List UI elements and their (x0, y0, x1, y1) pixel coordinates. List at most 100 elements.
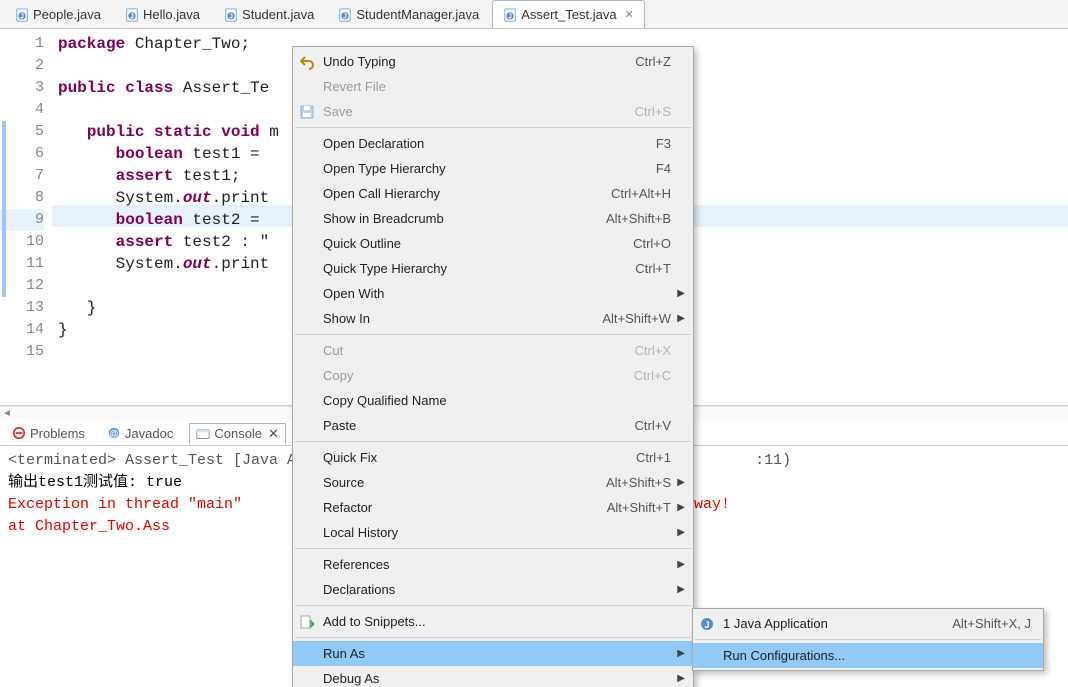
run-as-submenu[interactable]: J1 Java ApplicationAlt+Shift+X, J Run Con… (692, 608, 1044, 671)
menu-item[interactable]: RefactorAlt+Shift+T▶ (293, 495, 693, 520)
menu-item: CutCtrl+X (293, 338, 693, 363)
menu-item[interactable]: Declarations ▶ (293, 577, 693, 602)
editor-tab[interactable]: JPeople.java (4, 0, 112, 28)
menu-separator (295, 334, 691, 335)
submenu-arrow-icon: ▶ (677, 584, 685, 595)
tab-problems[interactable]: Problems (6, 424, 91, 443)
menu-item-label: Paste (323, 418, 635, 433)
line-number[interactable]: 10 (0, 231, 44, 253)
menu-item-label: Declarations (323, 582, 671, 597)
menu-item[interactable]: Debug As▶ (293, 666, 693, 687)
menu-item[interactable]: J1 Java ApplicationAlt+Shift+X, J (693, 611, 1043, 636)
menu-item-shortcut: Ctrl+T (635, 261, 671, 276)
line-number[interactable]: 4 (0, 99, 44, 121)
submenu-arrow-icon: ▶ (677, 313, 685, 324)
editor-context-menu[interactable]: Undo TypingCtrl+Z Revert File SaveCtrl+S Op… (292, 46, 694, 687)
editor-tab[interactable]: J StudentManager.java (327, 0, 490, 28)
menu-item-label: Show in Breadcrumb (323, 211, 606, 226)
menu-item[interactable]: Open With ▶ (293, 281, 693, 306)
submenu-arrow-icon: ▶ (677, 673, 685, 684)
editor-tab[interactable]: J Hello.java (114, 0, 211, 28)
line-number[interactable]: 1 (0, 33, 44, 55)
menu-item-label: Open With (323, 286, 671, 301)
svg-text:@: @ (109, 429, 118, 439)
menu-item[interactable]: Open Call HierarchyCtrl+Alt+H (293, 181, 693, 206)
menu-item-shortcut: Alt+Shift+S (606, 475, 671, 490)
line-number[interactable]: 5 (0, 121, 44, 143)
svg-text:J: J (130, 13, 134, 20)
snippet-icon (299, 614, 315, 630)
menu-item[interactable]: Run As▶ (293, 641, 693, 666)
tab-console[interactable]: Console ✕ (189, 423, 286, 445)
menu-item-shortcut: Ctrl+Z (635, 54, 671, 69)
submenu-arrow-icon: ▶ (677, 648, 685, 659)
menu-item[interactable]: Add to Snippets... (293, 609, 693, 634)
line-number[interactable]: 12 (0, 275, 44, 297)
tab-label: Student.java (242, 7, 314, 22)
tab-problems-label: Problems (30, 426, 85, 441)
menu-item[interactable]: Open Type HierarchyF4 (293, 156, 693, 181)
line-number[interactable]: 7 (0, 165, 44, 187)
submenu-arrow-icon: ▶ (677, 502, 685, 513)
java-file-icon: J (224, 8, 238, 22)
editor-tab[interactable]: JAssert_Test.java✕ (492, 0, 645, 28)
menu-item[interactable]: Run Configurations... (693, 643, 1043, 668)
menu-item: Revert File (293, 74, 693, 99)
menu-item-shortcut: Ctrl+V (635, 418, 671, 433)
menu-separator (295, 441, 691, 442)
menu-item-label: 1 Java Application (723, 616, 952, 631)
menu-item[interactable]: Show in BreadcrumbAlt+Shift+B (293, 206, 693, 231)
menu-item[interactable]: Open DeclarationF3 (293, 131, 693, 156)
menu-item[interactable]: PasteCtrl+V (293, 413, 693, 438)
menu-item-shortcut: F3 (656, 136, 671, 151)
tab-javadoc[interactable]: @ Javadoc (101, 424, 179, 443)
svg-text:J: J (343, 13, 347, 20)
editor-tab[interactable]: J Student.java (213, 0, 325, 28)
menu-item-shortcut: F4 (656, 161, 671, 176)
menu-item[interactable]: Copy Qualified Name (293, 388, 693, 413)
menu-item[interactable]: Quick OutlineCtrl+O (293, 231, 693, 256)
menu-item[interactable]: References▶ (293, 552, 693, 577)
menu-item-shortcut: Alt+Shift+X, J (952, 616, 1031, 631)
line-number[interactable]: 6 (0, 143, 44, 165)
tab-label: StudentManager.java (356, 7, 479, 22)
java-file-icon: J (15, 8, 29, 22)
line-number[interactable]: 13 (0, 297, 44, 319)
tab-label: Hello.java (143, 7, 200, 22)
editor-tabbar: JPeople.javaJHello.javaJStudent.javaJStu… (0, 0, 1068, 29)
scroll-left-arrow-icon[interactable]: ◄ (2, 408, 12, 419)
menu-item-label: Revert File (323, 79, 671, 94)
line-number[interactable]: 14 (0, 319, 44, 341)
line-number[interactable]: 11 (0, 253, 44, 275)
line-number[interactable]: 8 (0, 187, 44, 209)
java-file-icon: J (125, 8, 139, 22)
menu-item-label: Local History (323, 525, 671, 540)
undo-icon (299, 54, 315, 70)
submenu-arrow-icon: ▶ (677, 559, 685, 570)
menu-item[interactable]: SourceAlt+Shift+S▶ (293, 470, 693, 495)
menu-item-label: Source (323, 475, 606, 490)
menu-item: SaveCtrl+S (293, 99, 693, 124)
menu-item-label: Copy Qualified Name (323, 393, 671, 408)
close-icon[interactable]: ✕ (268, 426, 279, 442)
menu-item-label: Show In (323, 311, 602, 326)
line-number[interactable]: 15 (0, 341, 44, 363)
menu-item[interactable]: Quick FixCtrl+1 (293, 445, 693, 470)
menu-item[interactable]: Undo TypingCtrl+Z (293, 49, 693, 74)
menu-item[interactable]: Local History▶ (293, 520, 693, 545)
menu-item[interactable]: Quick Type HierarchyCtrl+T (293, 256, 693, 281)
menu-item-shortcut: Ctrl+Alt+H (611, 186, 671, 201)
save-icon (299, 104, 315, 120)
menu-separator (295, 127, 691, 128)
menu-item-label: Open Declaration (323, 136, 656, 151)
menu-item[interactable]: Show InAlt+Shift+W▶ (293, 306, 693, 331)
line-gutter: 123456789101112131415 (0, 29, 52, 405)
line-number[interactable]: 2 (0, 55, 44, 77)
submenu-arrow-icon: ▶ (677, 288, 685, 299)
menu-separator (295, 605, 691, 606)
close-icon[interactable]: ✕ (625, 8, 634, 21)
line-number[interactable]: 9 (0, 209, 44, 231)
line-number[interactable]: 3 (0, 77, 44, 99)
menu-item-shortcut: Ctrl+S (635, 104, 671, 119)
menu-separator (695, 639, 1041, 640)
